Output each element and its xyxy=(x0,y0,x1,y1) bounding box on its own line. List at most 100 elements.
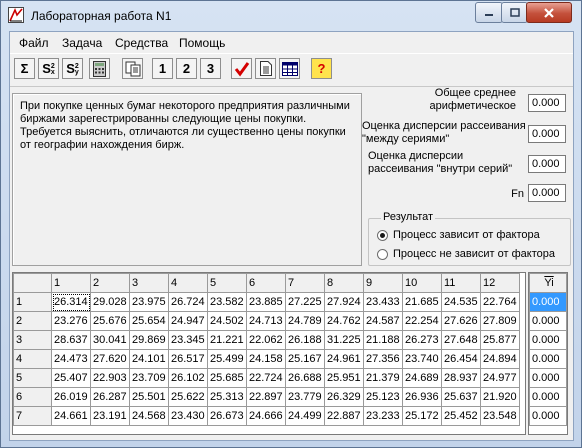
table-cell[interactable]: 25.685 xyxy=(207,368,247,388)
table-cell[interactable]: 24.587 xyxy=(363,311,403,331)
column-header-6[interactable]: 6 xyxy=(246,273,286,293)
table-cell[interactable]: 23.233 xyxy=(363,406,403,426)
table-cell[interactable]: 25.951 xyxy=(324,368,364,388)
table-cell[interactable]: 26.102 xyxy=(168,368,208,388)
table-cell[interactable]: 24.947 xyxy=(168,311,208,331)
table-cell[interactable]: 25.407 xyxy=(51,368,91,388)
table-cell[interactable]: 22.887 xyxy=(324,406,364,426)
table-cell[interactable]: 24.977 xyxy=(480,368,520,388)
column-header-12[interactable]: 12 xyxy=(480,273,520,293)
table-cell[interactable]: 24.961 xyxy=(324,349,364,369)
table-cell[interactable]: 24.568 xyxy=(129,406,169,426)
table-cell[interactable]: 25.499 xyxy=(207,349,247,369)
table-cell[interactable]: 26.188 xyxy=(285,330,325,350)
check-button[interactable] xyxy=(231,58,252,79)
radio-depends-label[interactable]: Процесс зависит от фактора xyxy=(393,229,540,241)
variance-x-button[interactable]: S2x xyxy=(38,58,59,79)
table-cell[interactable]: 23.975 xyxy=(129,292,169,312)
radio-not-depends[interactable] xyxy=(377,249,388,260)
table-cell[interactable]: 24.101 xyxy=(129,349,169,369)
table-cell[interactable]: 27.356 xyxy=(363,349,403,369)
radio-depends[interactable] xyxy=(377,230,388,241)
yi-cell[interactable]: 0.000 xyxy=(529,311,567,331)
table-cell[interactable]: 24.473 xyxy=(51,349,91,369)
table-cell[interactable]: 24.894 xyxy=(480,349,520,369)
menu-task[interactable]: Задача xyxy=(62,36,102,50)
table-cell[interactable]: 24.689 xyxy=(402,368,442,388)
table-cell[interactable]: 23.276 xyxy=(51,311,91,331)
variant-2-button[interactable]: 2 xyxy=(176,58,197,79)
table-cell[interactable]: 24.502 xyxy=(207,311,247,331)
table-cell[interactable]: 29.869 xyxy=(129,330,169,350)
table-cell[interactable]: 27.648 xyxy=(441,330,481,350)
table-cell[interactable]: 25.313 xyxy=(207,387,247,407)
yi-cell[interactable]: 0.000 xyxy=(529,368,567,388)
menu-file[interactable]: Файл xyxy=(19,36,49,50)
table-cell[interactable]: 24.535 xyxy=(441,292,481,312)
data-grid[interactable]: 1 2 3 4 5 6 7 8 9 10 11 12 1 26.314 29.028 23.975 26.724… xyxy=(12,272,526,435)
table-cell[interactable]: 26.673 xyxy=(207,406,247,426)
table-cell[interactable]: 24.499 xyxy=(285,406,325,426)
table-cell[interactable]: 21.920 xyxy=(480,387,520,407)
table-cell[interactable]: 24.661 xyxy=(51,406,91,426)
row-header-3[interactable]: 3 xyxy=(13,330,52,350)
row-header-6[interactable]: 6 xyxy=(13,387,52,407)
variant-1-button[interactable]: 1 xyxy=(152,58,173,79)
table-cell[interactable]: 24.713 xyxy=(246,311,286,331)
table-cell[interactable]: 26.517 xyxy=(168,349,208,369)
document-button[interactable] xyxy=(255,58,276,79)
table-cell[interactable]: 23.779 xyxy=(285,387,325,407)
column-header-5[interactable]: 5 xyxy=(207,273,247,293)
fn-field[interactable]: 0.000 xyxy=(528,184,566,202)
table-cell[interactable]: 26.724 xyxy=(168,292,208,312)
table-cell[interactable]: 21.188 xyxy=(363,330,403,350)
row-header-2[interactable]: 2 xyxy=(13,311,52,331)
table-cell[interactable]: 27.626 xyxy=(441,311,481,331)
table-button[interactable] xyxy=(279,58,300,79)
table-cell[interactable]: 23.582 xyxy=(207,292,247,312)
table-cell[interactable]: 24.666 xyxy=(246,406,286,426)
table-cell[interactable]: 27.924 xyxy=(324,292,364,312)
table-cell[interactable]: 28.937 xyxy=(441,368,481,388)
table-cell[interactable]: 21.685 xyxy=(402,292,442,312)
table-cell[interactable]: 22.897 xyxy=(246,387,286,407)
table-cell[interactable]: 26.454 xyxy=(441,349,481,369)
yi-cell[interactable]: 0.000 xyxy=(529,406,567,426)
table-cell[interactable]: 26.287 xyxy=(90,387,130,407)
table-cell[interactable]: 22.062 xyxy=(246,330,286,350)
row-header-7[interactable]: 7 xyxy=(13,406,52,426)
table-cell[interactable]: 26.314 xyxy=(51,292,91,312)
yi-cell[interactable]: 0.000 xyxy=(529,349,567,369)
table-cell[interactable]: 31.225 xyxy=(324,330,364,350)
table-cell[interactable]: 25.452 xyxy=(441,406,481,426)
table-cell[interactable]: 25.167 xyxy=(285,349,325,369)
minimize-button[interactable] xyxy=(475,2,503,23)
table-cell[interactable]: 25.637 xyxy=(441,387,481,407)
variant-3-button[interactable]: 3 xyxy=(200,58,221,79)
radio-not-depends-label[interactable]: Процесс не зависит от фактора xyxy=(393,248,555,260)
table-cell[interactable]: 24.789 xyxy=(285,311,325,331)
table-cell[interactable]: 25.622 xyxy=(168,387,208,407)
table-cell[interactable]: 25.501 xyxy=(129,387,169,407)
table-cell[interactable]: 25.123 xyxy=(363,387,403,407)
column-header-7[interactable]: 7 xyxy=(285,273,325,293)
yi-grid[interactable]: Yi 0.000 0.000 0.000 0.000 0.000 0.000 0.000 xyxy=(528,272,568,435)
table-cell[interactable]: 27.225 xyxy=(285,292,325,312)
mean-field[interactable]: 0.000 xyxy=(528,94,566,112)
table-cell[interactable]: 28.637 xyxy=(51,330,91,350)
row-header-4[interactable]: 4 xyxy=(13,349,52,369)
between-variance-field[interactable]: 0.000 xyxy=(528,125,566,143)
table-cell[interactable]: 23.885 xyxy=(246,292,286,312)
variance-y-button[interactable]: S2y xyxy=(62,58,83,79)
yi-cell[interactable]: 0.000 xyxy=(529,387,567,407)
menu-tools[interactable]: Средства xyxy=(115,36,168,50)
table-cell[interactable]: 25.172 xyxy=(402,406,442,426)
table-cell[interactable]: 23.548 xyxy=(480,406,520,426)
table-cell[interactable]: 21.379 xyxy=(363,368,403,388)
column-header-3[interactable]: 3 xyxy=(129,273,169,293)
column-header-4[interactable]: 4 xyxy=(168,273,208,293)
table-cell[interactable]: 25.654 xyxy=(129,311,169,331)
menu-help[interactable]: Помощь xyxy=(179,36,225,50)
table-cell[interactable]: 30.041 xyxy=(90,330,130,350)
calculator-button[interactable] xyxy=(89,58,110,79)
